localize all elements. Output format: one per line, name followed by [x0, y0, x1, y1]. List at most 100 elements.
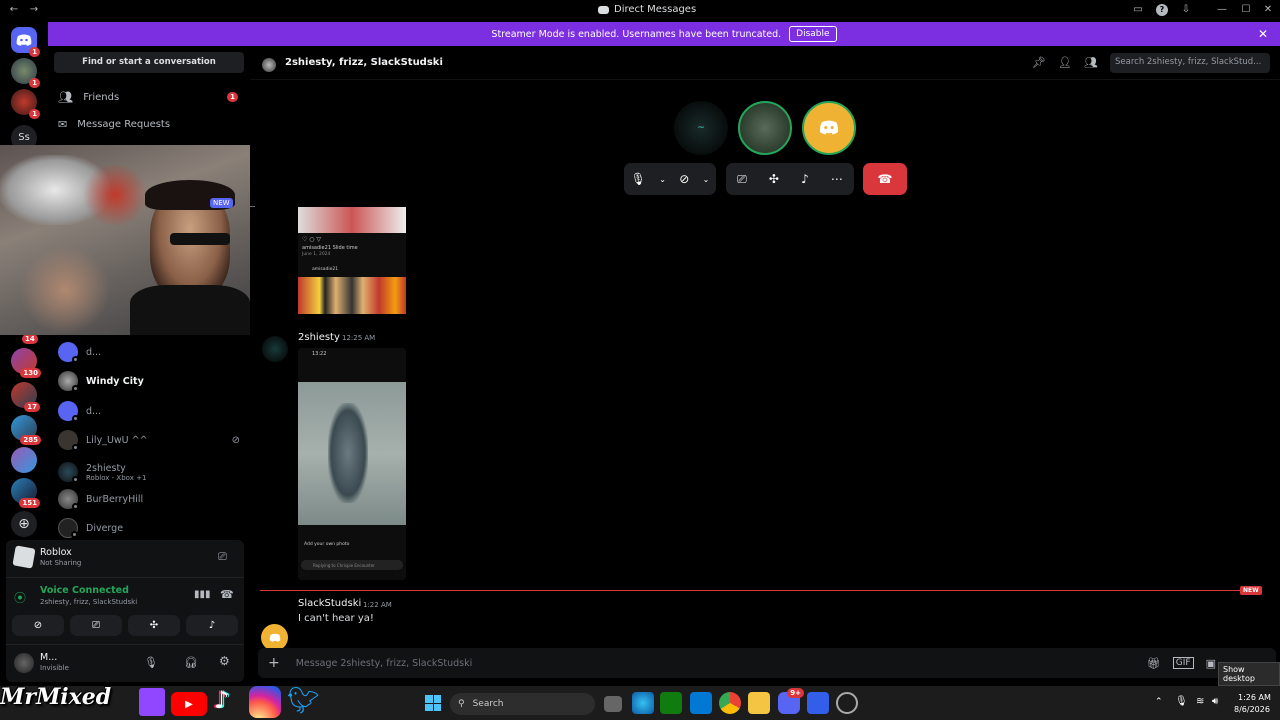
- message-timestamp: 1:22 AM: [363, 601, 392, 609]
- avatar: [58, 371, 79, 392]
- add-friends-icon[interactable]: 👤︎: [1058, 56, 1072, 69]
- find-conversation-button[interactable]: Find or start a conversation: [54, 52, 244, 73]
- share-screen-button[interactable]: ⎚: [70, 615, 122, 636]
- discord-taskbar-icon[interactable]: 9+: [778, 688, 804, 714]
- wifi-icon[interactable]: ≋: [1196, 696, 1204, 707]
- add-server-icon[interactable]: ⊕: [11, 511, 37, 537]
- app-icon[interactable]: [690, 692, 712, 714]
- participant-avatar[interactable]: ~: [674, 101, 728, 155]
- friends-badge: 1: [227, 92, 238, 102]
- roblox-icon: [12, 545, 36, 569]
- guild-badge: 151: [19, 498, 40, 508]
- avatar: [58, 342, 79, 363]
- clock-time[interactable]: 1:26 AM: [1238, 693, 1271, 702]
- guild-icon[interactable]: 17: [11, 382, 40, 412]
- image-attachment[interactable]: 13:22 Add your own photo Replying to Chr…: [298, 348, 406, 580]
- mute-control[interactable]: 🎙︎ ⌄ ⊘ ⌄: [624, 163, 716, 195]
- participant-avatar[interactable]: [802, 101, 856, 155]
- close-window-icon[interactable]: ✕: [1262, 4, 1274, 16]
- activities-button[interactable]: ✣: [128, 615, 180, 636]
- guild-badge: 130: [20, 368, 41, 378]
- dm-item[interactable]: Lily_UwU ^^ ⊘: [58, 427, 240, 453]
- message-requests-nav[interactable]: ✉ Message Requests: [58, 113, 238, 135]
- message-author[interactable]: SlackStudski: [298, 598, 361, 609]
- activities-icon[interactable]: ✣: [769, 172, 779, 186]
- new-tag: NEW: [210, 198, 233, 208]
- friends-nav[interactable]: 👥︎ Friends 1: [58, 86, 238, 108]
- close-banner-icon[interactable]: ✕: [1258, 27, 1268, 41]
- settings-gear-icon[interactable]: ⚙: [219, 654, 230, 668]
- chevron-up-icon[interactable]: ⌃: [1155, 697, 1163, 707]
- sticker-icon[interactable]: ▣: [1206, 657, 1216, 670]
- dm-item[interactable]: Diverge: [58, 515, 240, 541]
- youtube-icon: ▶: [171, 692, 207, 716]
- headphones-icon[interactable]: 🎧︎: [184, 656, 198, 669]
- task-view-icon[interactable]: [604, 696, 622, 712]
- activities-icon: ✣: [149, 620, 159, 631]
- clock-date[interactable]: 8/6/2026: [1234, 705, 1270, 714]
- participant-avatar-speaking[interactable]: [738, 101, 792, 155]
- volume-icon[interactable]: 🔊︎: [1212, 696, 1218, 707]
- add-attachment-icon[interactable]: +: [268, 655, 280, 671]
- dm-item[interactable]: BurBerryHill: [58, 486, 240, 512]
- member-list-icon[interactable]: 👥︎: [1084, 56, 1098, 69]
- guild-icon[interactable]: 285: [11, 415, 41, 445]
- message-input[interactable]: Message 2shiesty, frizz, SlackStudski: [296, 658, 473, 669]
- soundboard-icon[interactable]: ♪: [801, 172, 809, 186]
- microphone-tray-icon[interactable]: 🎙︎: [1175, 696, 1188, 707]
- edge-browser-icon[interactable]: [632, 692, 654, 714]
- message-timestamp: 12:25 AM: [342, 334, 376, 342]
- forward-arrow-icon[interactable]: →: [28, 4, 40, 16]
- dm-item[interactable]: 2shiesty Roblox - Xbox +1: [58, 458, 240, 486]
- home-dm-button[interactable]: 1: [11, 27, 40, 57]
- app-icon[interactable]: [836, 692, 858, 714]
- chat-title: 2shiesty, frizz, SlackStudski: [285, 57, 443, 68]
- file-explorer-icon[interactable]: [748, 692, 770, 714]
- dm-item[interactable]: d...: [58, 339, 240, 365]
- guild-icon[interactable]: 1: [11, 58, 40, 88]
- dm-item[interactable]: d...: [58, 398, 240, 424]
- back-arrow-icon[interactable]: ←: [8, 4, 20, 16]
- microphone-icon[interactable]: 🎙︎: [144, 656, 158, 669]
- guild-icon[interactable]: [11, 447, 37, 473]
- screen-share-icon[interactable]: ⎚: [218, 550, 227, 564]
- image-attachment[interactable]: ♡ ○ ▽ amisadie21 Slide time June 1, 2024…: [298, 207, 406, 314]
- soundboard-button[interactable]: ♪: [186, 615, 238, 636]
- guild-icon[interactable]: 151: [11, 478, 40, 508]
- dm-item[interactable]: Windy City: [58, 368, 240, 394]
- help-icon[interactable]: ?: [1156, 4, 1168, 16]
- author-avatar[interactable]: [261, 624, 288, 651]
- gift-icon[interactable]: 🎁︎: [1147, 657, 1161, 670]
- chevron-down-icon[interactable]: ⌄: [703, 175, 710, 184]
- voice-waveform-icon[interactable]: ▮▮▮: [194, 589, 211, 600]
- chrome-icon[interactable]: [719, 692, 741, 714]
- microphone-icon[interactable]: 🎙︎: [631, 172, 646, 186]
- more-options-icon[interactable]: ⋯: [831, 172, 843, 186]
- disable-button[interactable]: Disable: [789, 26, 837, 42]
- app-icon[interactable]: [807, 692, 829, 714]
- guild-badge: 14: [22, 334, 38, 344]
- guild-icon[interactable]: 130: [11, 348, 41, 378]
- camera-off-button[interactable]: ⊘: [12, 615, 64, 636]
- friends-icon: 👥︎: [58, 90, 74, 104]
- inbox-icon[interactable]: ▭: [1132, 4, 1144, 16]
- chevron-down-icon[interactable]: ⌄: [659, 175, 666, 184]
- xbox-icon[interactable]: [660, 692, 682, 714]
- maximize-icon[interactable]: ☐: [1240, 4, 1252, 16]
- author-avatar[interactable]: [262, 336, 288, 362]
- share-screen-icon[interactable]: ⎚: [737, 172, 747, 187]
- call-actions: ⎚ ✣ ♪ ⋯: [726, 163, 854, 195]
- windows-start-icon[interactable]: [425, 695, 441, 711]
- gif-icon[interactable]: GIF: [1172, 657, 1194, 669]
- search-input[interactable]: Search 2shiesty, frizz, SlackStud...: [1110, 53, 1270, 73]
- user-avatar[interactable]: [14, 653, 34, 673]
- pin-icon[interactable]: 📌︎: [1032, 56, 1046, 69]
- message-author[interactable]: 2shiesty: [298, 332, 340, 343]
- camera-off-icon[interactable]: ⊘: [679, 172, 689, 186]
- minimize-icon[interactable]: —: [1216, 4, 1228, 16]
- guild-icon[interactable]: 1: [11, 89, 40, 119]
- taskbar-search[interactable]: ⚲ Search: [450, 693, 595, 715]
- download-icon[interactable]: ⇩: [1180, 4, 1192, 16]
- hang-up-button[interactable]: ☎: [863, 163, 907, 195]
- disconnect-icon[interactable]: ☎: [220, 588, 234, 601]
